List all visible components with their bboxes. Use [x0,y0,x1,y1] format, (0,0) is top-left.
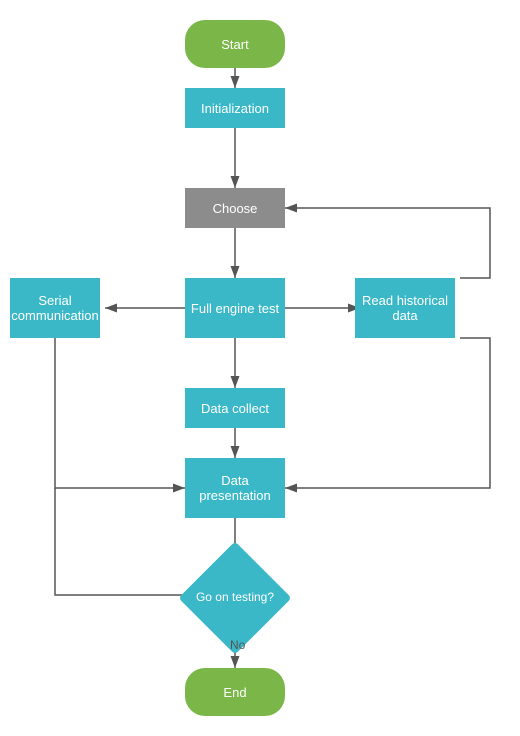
initialization-node: Initialization [185,88,285,128]
read-historical-data-node: Read historical data [355,278,455,338]
data-collect-node: Data collect [185,388,285,428]
choose-node: Choose [185,188,285,228]
serial-communication-node: Serial communication [10,278,100,338]
no-label: No [230,638,245,652]
data-presentation-node: Data presentation [185,458,285,518]
full-engine-test-node: Full engine test [185,278,285,338]
start-node: Start [185,20,285,68]
go-on-testing-diamond: Go on testing? [170,558,300,638]
end-node: End [185,668,285,716]
flowchart: Start Initialization Choose Full engine … [0,0,520,736]
